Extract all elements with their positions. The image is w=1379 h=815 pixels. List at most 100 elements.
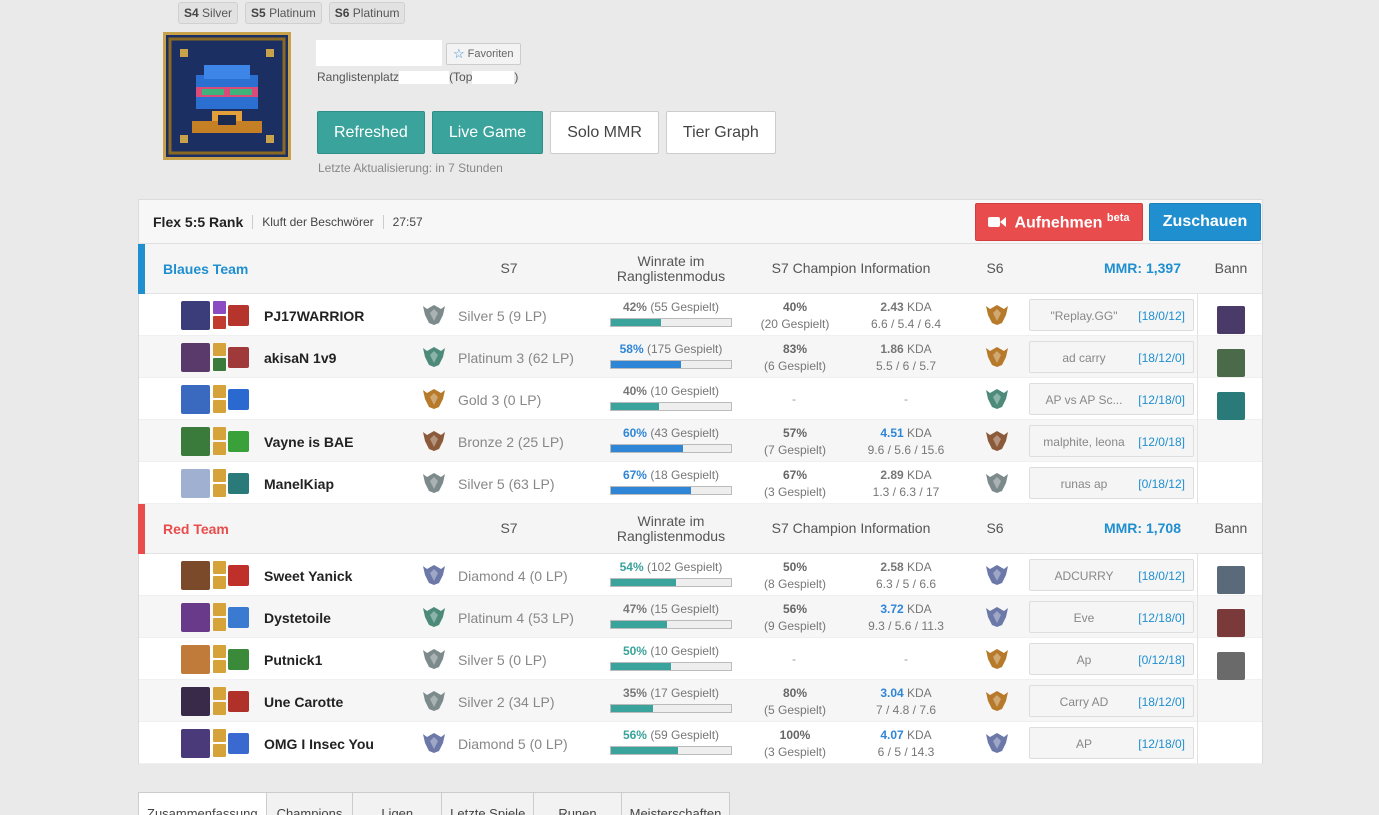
tab-runes[interactable]: Runen: [534, 792, 622, 815]
current-rank: Platinum 4 (53 LP): [458, 610, 574, 626]
ranked-winrate: 60% (43 Gespielt): [622, 426, 720, 440]
keystone-rune-icon: [228, 565, 249, 586]
player-name[interactable]: OMG I Insec You: [264, 736, 374, 752]
player-name[interactable]: Sweet Yanick: [264, 568, 352, 584]
watch-button[interactable]: Zuschauen: [1149, 203, 1261, 241]
team-mmr: MMR: 1,397: [1103, 260, 1181, 276]
player-note: "Replay.GG" [18/0/12]: [1029, 299, 1194, 331]
tab-champions[interactable]: Champions: [266, 792, 354, 815]
record-button[interactable]: Aufnehmen beta: [975, 203, 1143, 241]
player-row: Une Carotte Silver 2 (34 LP) 35% (17 Ges…: [139, 680, 1262, 722]
champion-portrait[interactable]: [181, 427, 210, 456]
top-percent-redacted: [472, 70, 515, 84]
current-rank: Silver 5 (0 LP): [458, 652, 547, 668]
favorite-button[interactable]: ☆ Favoriten: [446, 43, 521, 65]
champion-kda: 2.43 KDA 6.6 / 5.4 / 6.4: [870, 300, 942, 331]
column-s7: S7: [500, 520, 518, 536]
blue-team-rows: PJ17WARRIOR Silver 5 (9 LP) 42% (55 Gesp…: [139, 294, 1262, 504]
column-s6: S6: [986, 260, 1004, 276]
gold-emblem-icon: [986, 649, 1008, 669]
team-name: Red Team: [163, 521, 229, 537]
winrate-bar-fill: [611, 663, 671, 670]
tab-summary[interactable]: Zusammenfassung: [138, 792, 267, 815]
player-note: malphite, leona [12/0/18]: [1029, 425, 1194, 457]
team-header-red: Red Team S7 Winrate im Ranglistenmodus S7…: [138, 504, 1262, 554]
player-name-redacted: [264, 392, 342, 408]
champion-winrate: 80% (5 Gespielt): [763, 686, 827, 717]
player-note: AP [12/18/0]: [1029, 727, 1194, 759]
current-rank: Platinum 3 (62 LP): [458, 350, 574, 366]
champion-portrait[interactable]: [181, 301, 210, 330]
live-game-button[interactable]: Live Game: [431, 111, 544, 154]
column-bann: Bann: [1214, 520, 1248, 536]
player-row: akisaN 1v9 Platinum 3 (62 LP) 58% (175 G…: [139, 336, 1262, 378]
player-name[interactable]: PJ17WARRIOR: [264, 308, 364, 324]
gold-emblem-icon: [986, 347, 1008, 367]
player-row: PJ17WARRIOR Silver 5 (9 LP) 42% (55 Gesp…: [139, 294, 1262, 336]
platinum-emblem-icon: [986, 389, 1008, 409]
player-note: Eve [12/18/0]: [1029, 601, 1194, 633]
player-name[interactable]: Dystetoile: [264, 610, 331, 626]
champion-portrait[interactable]: [181, 645, 210, 674]
bann-column: [1197, 554, 1263, 764]
ranked-winrate: 42% (55 Gespielt): [622, 300, 720, 314]
player-name[interactable]: Vayne is BAE: [264, 434, 354, 450]
champion-portrait[interactable]: [181, 343, 210, 372]
column-champion-info: S7 Champion Information: [771, 260, 931, 276]
solo-mmr-button[interactable]: Solo MMR: [550, 111, 659, 154]
kda-empty: -: [904, 652, 908, 666]
tier-graph-button[interactable]: Tier Graph: [665, 111, 776, 154]
bronze-emblem-icon: [423, 431, 445, 451]
champion-portrait[interactable]: [181, 603, 210, 632]
champion-portrait[interactable]: [181, 687, 210, 716]
tab-masteries[interactable]: Meisterschaften: [621, 792, 731, 815]
champion-portrait[interactable]: [181, 385, 210, 414]
player-note: Carry AD [18/12/0]: [1029, 685, 1194, 717]
champion-portrait[interactable]: [181, 469, 210, 498]
player-note: ad carry [18/12/0]: [1029, 341, 1194, 373]
keystone-rune-icon: [228, 473, 249, 494]
summoner-spell-icon: [213, 358, 226, 371]
player-row: Gold 3 (0 LP) 40% (10 Gespielt) - - AP v…: [139, 378, 1262, 420]
live-game-panel: Flex 5:5 Rank Kluft der Beschwörer 27:57…: [138, 199, 1263, 764]
winrate-bar: [610, 620, 732, 629]
player-name[interactable]: akisaN 1v9: [264, 350, 336, 366]
tab-leagues[interactable]: Ligen: [353, 792, 443, 815]
tab-recent-games[interactable]: Letzte Spiele: [442, 792, 535, 815]
winrate-bar: [610, 746, 732, 755]
player-name[interactable]: Putnick1: [264, 652, 322, 668]
column-s7: S7: [500, 260, 518, 276]
banned-champion-portrait: [1217, 652, 1245, 680]
keystone-rune-icon: [228, 389, 249, 410]
champion-portrait[interactable]: [181, 729, 210, 758]
player-name[interactable]: ManelKiap: [264, 476, 334, 492]
column-winrate: Winrate im Ranglistenmodus: [616, 253, 726, 284]
summoner-spell-icon: [213, 400, 226, 413]
champion-winrate: 50% (8 Gespielt): [763, 560, 827, 591]
season-badge-s5: S5 Platinum: [245, 2, 322, 24]
current-rank: Diamond 5 (0 LP): [458, 736, 568, 752]
summoner-spell-icon: [213, 744, 226, 757]
winrate-bar: [610, 360, 732, 369]
column-champion-info: S7 Champion Information: [771, 520, 931, 536]
summoner-spell-icon: [213, 301, 226, 314]
champion-kda: 2.89 KDA 1.3 / 6.3 / 17: [872, 468, 940, 499]
winrate-bar-fill: [611, 579, 676, 586]
platinum-emblem-icon: [423, 607, 445, 627]
blue-team-section: Blaues Team S7 Winrate im Ranglistenmodus…: [138, 244, 1262, 504]
champion-winrate: 100% (3 Gespielt): [763, 728, 827, 759]
ranked-winrate: 35% (17 Gespielt): [622, 686, 720, 700]
summoner-spell-icon: [213, 618, 226, 631]
champion-winrate: 67% (3 Gespielt): [763, 468, 827, 499]
player-note: AP vs AP Sc... [12/18/0]: [1029, 383, 1194, 415]
summoner-spell-icon: [213, 561, 226, 574]
summoner-spell-icon: [213, 687, 226, 700]
current-rank: Diamond 4 (0 LP): [458, 568, 568, 584]
refreshed-button[interactable]: Refreshed: [317, 111, 425, 154]
champion-portrait[interactable]: [181, 561, 210, 590]
player-name[interactable]: Une Carotte: [264, 694, 343, 710]
summoner-spell-icon: [213, 343, 226, 356]
ranked-winrate: 54% (102 Gespielt): [619, 560, 723, 574]
winrate-bar-fill: [611, 361, 681, 368]
kda-empty: -: [904, 392, 908, 406]
